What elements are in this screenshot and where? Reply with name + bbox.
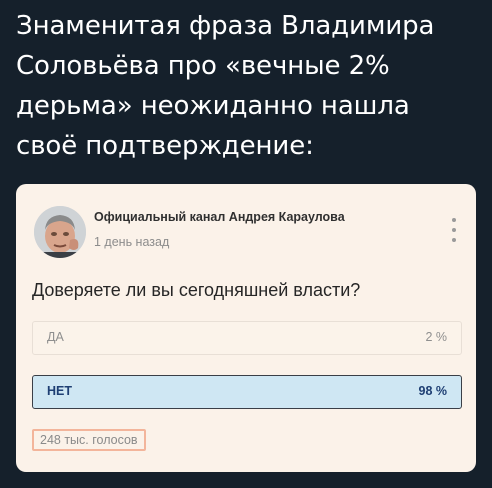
poll-option-label: ДА [47,330,64,344]
post-timestamp: 1 день назад [94,235,170,249]
tweet-text-line: своё подтверждение: [16,131,314,161]
poll-option-label: НЕТ [47,384,72,398]
channel-name[interactable]: Официальный канал Андрея Караулова [94,210,345,224]
tweet-text-line: Соловьёва про «вечные 2% [16,51,390,81]
poll-option-percent: 98 % [418,384,448,398]
menu-dot [452,228,456,232]
tweet-text-line: дерьма» неожиданно нашла [16,91,410,121]
avatar[interactable] [34,206,86,258]
votes-count: 248 тыс. голосов [32,429,146,451]
poll-option-net[interactable]: НЕТ 98 % [32,375,462,409]
poll-question: Доверяете ли вы сегодняшней власти? [32,280,361,300]
more-vertical-icon[interactable] [446,214,462,246]
tweet-text-line: Знаменитая фраза Владимира [16,11,435,41]
tweet-text: Знаменитая фраза Владимира Соловьёва про… [16,6,484,166]
menu-dot [452,218,456,222]
poll-option-da[interactable]: ДА 2 % [32,321,462,355]
poll-option-percent: 2 % [425,330,447,344]
menu-dot [452,238,456,242]
person-photo-icon [34,206,86,258]
poll-post-card: Официальный канал Андрея Караулова 1 ден… [16,184,476,472]
